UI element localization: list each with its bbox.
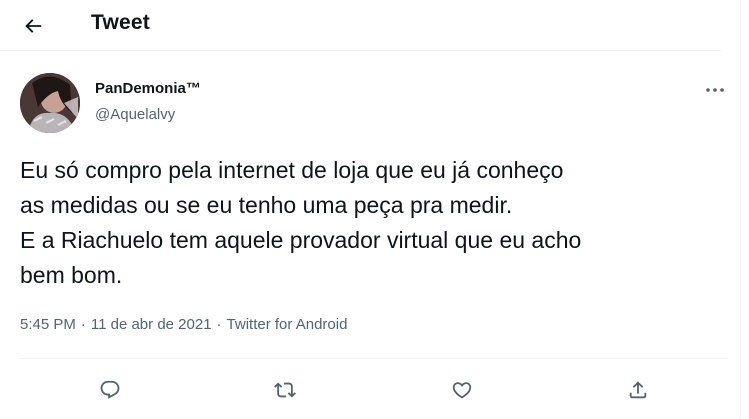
retweet-button[interactable] <box>270 375 300 405</box>
tweet-time[interactable]: 5:45 PM <box>20 316 76 333</box>
author-handle[interactable]: @Aquelalvy <box>95 106 175 123</box>
share-icon <box>629 381 647 399</box>
meta-separator: · <box>216 316 222 333</box>
tweet-date[interactable]: 11 de abr de 2021 <box>91 316 212 333</box>
tweet-line: as medidas ou se eu tenho uma peça pra m… <box>20 192 513 218</box>
tweet-header: Tweet <box>0 0 749 50</box>
back-button[interactable] <box>20 13 46 39</box>
more-options-icon <box>706 88 724 92</box>
column-border <box>740 0 741 419</box>
tweet-line: Eu só compro pela internet de loja que e… <box>20 157 564 183</box>
like-button[interactable] <box>447 375 477 405</box>
tweet-actions-bar <box>0 359 749 419</box>
tweet-text: Eu só compro pela internet de loja que e… <box>20 153 735 293</box>
avatar[interactable] <box>20 73 80 133</box>
profile-photo <box>20 73 80 133</box>
page-title: Tweet <box>91 11 150 34</box>
share-button[interactable] <box>623 375 653 405</box>
retweet-icon <box>274 382 296 398</box>
tweet-line: E a Riachuelo tem aquele provador virtua… <box>20 227 582 253</box>
meta-separator: · <box>80 316 86 333</box>
tweet-source[interactable]: Twitter for Android <box>227 316 348 333</box>
header-divider <box>0 50 721 51</box>
reply-icon <box>100 380 120 399</box>
tweet-metadata: 5:45 PM · 11 de abr de 2021 · Twitter for An… <box>20 316 347 333</box>
arrow-left-icon <box>25 19 42 33</box>
like-icon <box>452 382 472 399</box>
tweet-line: bem bom. <box>20 262 123 288</box>
reply-button[interactable] <box>95 375 125 405</box>
more-options-button[interactable] <box>703 80 727 100</box>
author-display-name[interactable]: PanDemonia™ <box>95 80 201 97</box>
